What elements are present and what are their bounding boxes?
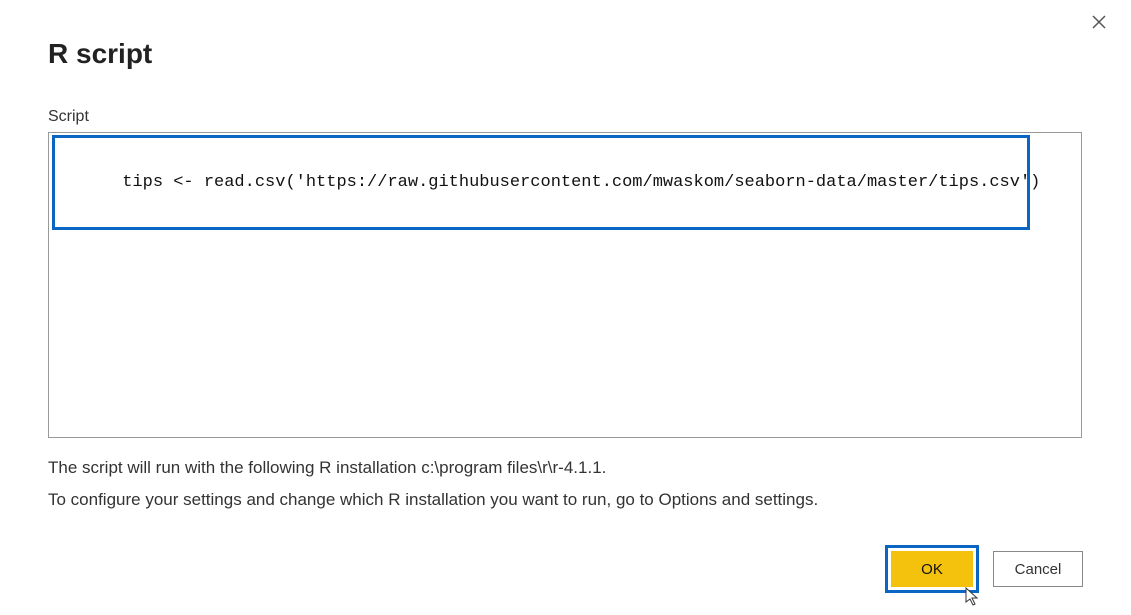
script-info-text: The script will run with the following R… (48, 452, 1083, 517)
dialog-button-row: OK Cancel (885, 545, 1083, 593)
script-content[interactable]: tips <- read.csv('https://raw.githubuser… (122, 173, 1040, 192)
close-button[interactable] (1087, 12, 1111, 36)
script-content-highlight: tips <- read.csv('https://raw.githubuser… (52, 135, 1030, 230)
info-line-2: To configure your settings and change wh… (48, 484, 1083, 516)
script-field-label: Script (48, 108, 1083, 126)
cancel-button[interactable]: Cancel (993, 551, 1083, 587)
script-input[interactable]: tips <- read.csv('https://raw.githubuser… (48, 132, 1082, 438)
ok-button-highlight: OK (885, 545, 979, 593)
dialog-title: R script (48, 38, 1083, 70)
r-script-dialog: R script Script tips <- read.csv('https:… (0, 0, 1131, 615)
info-line-1: The script will run with the following R… (48, 452, 1083, 484)
close-icon (1092, 15, 1106, 34)
ok-button[interactable]: OK (891, 551, 973, 587)
